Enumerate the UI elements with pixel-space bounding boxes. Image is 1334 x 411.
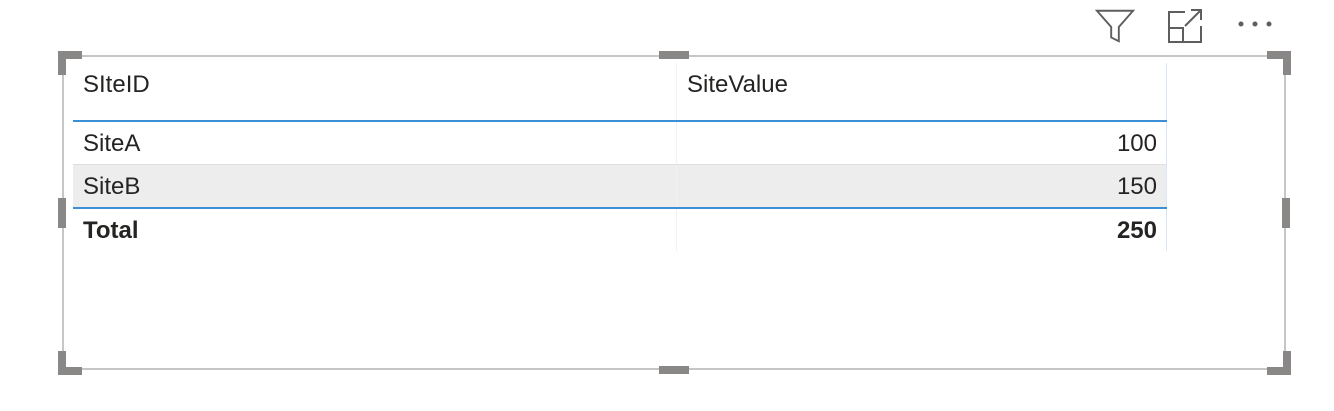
total-label: Total [73,209,677,251]
filter-icon[interactable] [1095,6,1135,46]
total-value: 250 [677,209,1167,251]
site-cell: SiteA [73,122,677,164]
table-header-row: SIteID SiteValue [73,63,1167,122]
table-visual: SIteID SiteValue SiteA 100 SiteB 150 Tot… [73,63,1167,251]
resize-handle-right[interactable] [1282,198,1290,228]
site-cell: SiteB [73,165,677,207]
value-cell: 100 [677,122,1167,164]
resize-handle-bottom-right[interactable] [1267,351,1291,375]
table-row[interactable]: SiteB 150 [73,165,1167,207]
resize-handle-bottom-left[interactable] [58,351,82,375]
more-options-icon[interactable] [1235,6,1275,46]
resize-handle-top[interactable] [659,51,689,59]
resize-handle-bottom[interactable] [659,366,689,374]
column-header-siteid[interactable]: SIteID [73,63,677,120]
total-row: Total 250 [73,207,1167,251]
resize-handle-top-right[interactable] [1267,51,1291,75]
table-row[interactable]: SiteA 100 [73,122,1167,165]
focus-mode-icon[interactable] [1165,6,1205,46]
column-header-sitevalue[interactable]: SiteValue [677,63,1167,120]
resize-handle-left[interactable] [58,198,66,228]
value-cell: 150 [677,165,1167,207]
